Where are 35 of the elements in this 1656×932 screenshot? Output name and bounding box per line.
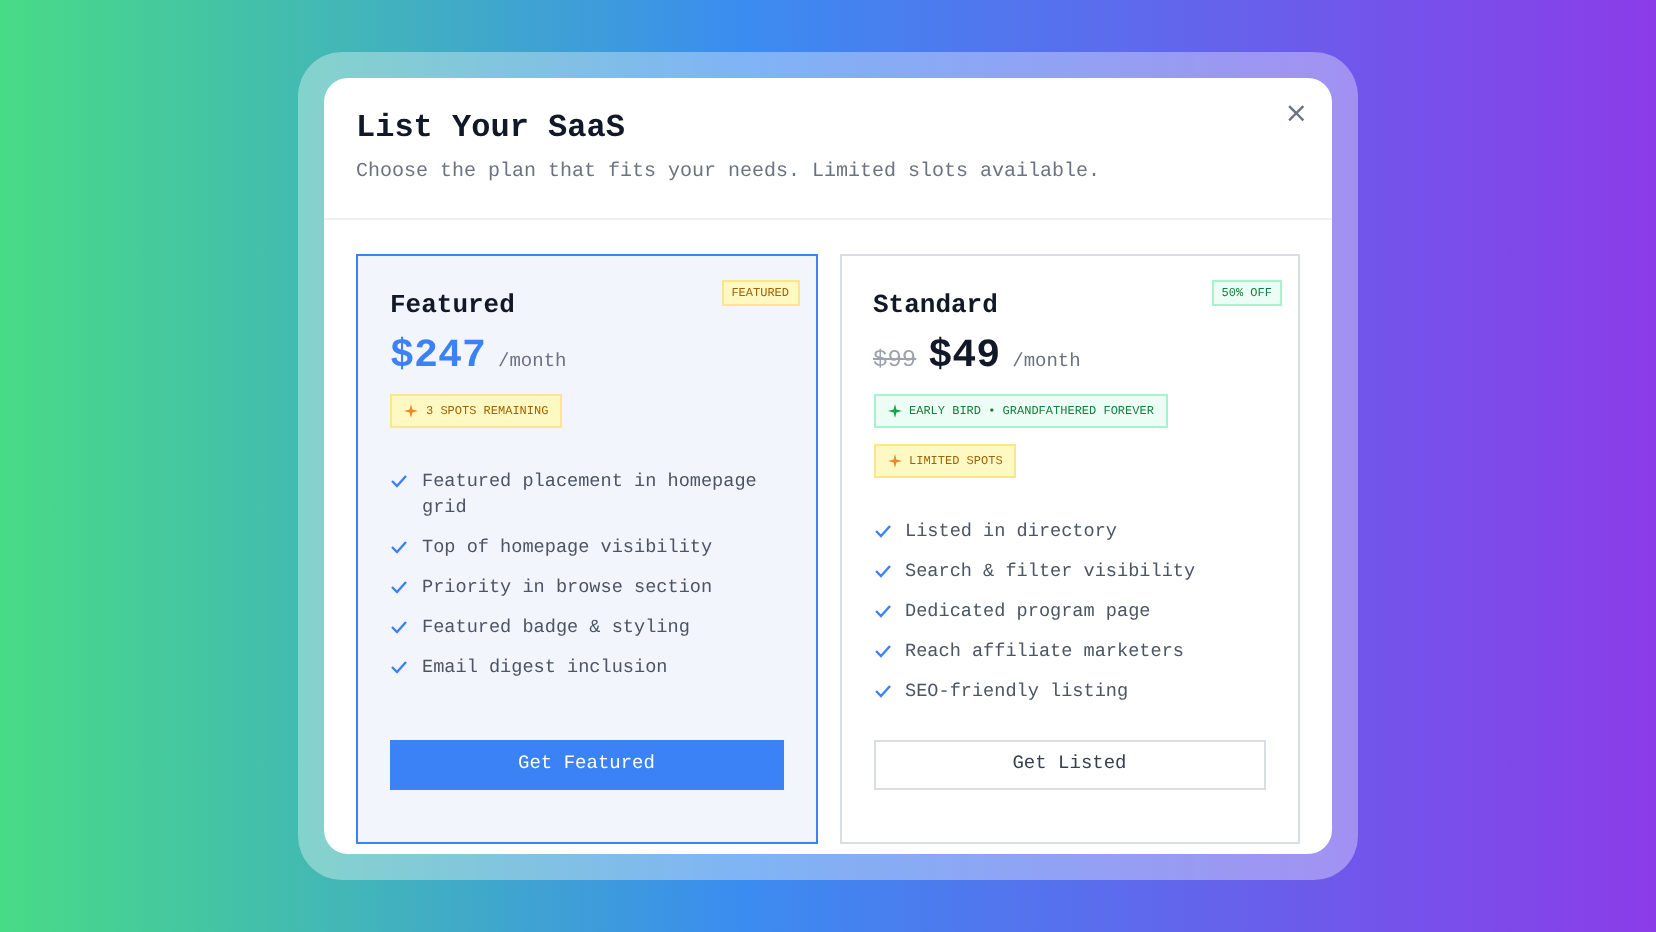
feature-text: Search & filter visibility — [905, 558, 1196, 584]
feature-text: SEO-friendly listing — [905, 678, 1129, 704]
price-period: /month — [498, 348, 567, 376]
old-price: $99 — [873, 344, 917, 378]
check-icon — [873, 684, 891, 698]
sparkle-icon — [404, 404, 418, 418]
check-icon — [873, 604, 891, 618]
feature-text: Priority in browse section — [422, 574, 713, 600]
plan-name: Featured — [390, 288, 515, 322]
dialog-subtitle: Choose the plan that fits your needs. Limited slots available. — [356, 160, 1103, 188]
plan-button[interactable]: Get Featured — [390, 740, 783, 790]
feature-text: Listed in directory — [905, 518, 1118, 544]
dialog-title: List Your SaaS — [356, 108, 625, 148]
price: $49 — [928, 334, 1001, 382]
plan-name: Standard — [873, 288, 998, 322]
check-icon — [390, 660, 408, 674]
check-icon — [390, 580, 408, 594]
feature-text: Dedicated program page — [905, 598, 1151, 624]
check-icon — [873, 564, 891, 578]
check-icon — [390, 620, 408, 634]
feature-text: Featured placement in homepage grid — [422, 468, 759, 520]
check-icon — [390, 474, 408, 488]
check-icon — [873, 524, 891, 538]
close-button[interactable]: × — [1284, 98, 1308, 130]
plan-button[interactable]: Get Listed — [873, 740, 1266, 790]
price: $247 — [390, 334, 487, 382]
sparkle-icon — [887, 404, 901, 418]
price-period: /month — [1012, 348, 1081, 376]
check-icon — [873, 644, 891, 658]
check-icon — [390, 540, 408, 554]
feature-text: Reach affiliate marketers — [905, 638, 1184, 664]
feature-text: Featured badge & styling — [422, 614, 690, 640]
feature-text: Top of homepage visibility — [422, 534, 713, 560]
sparkle-icon — [887, 454, 901, 468]
feature-text: Email digest inclusion — [422, 654, 668, 680]
